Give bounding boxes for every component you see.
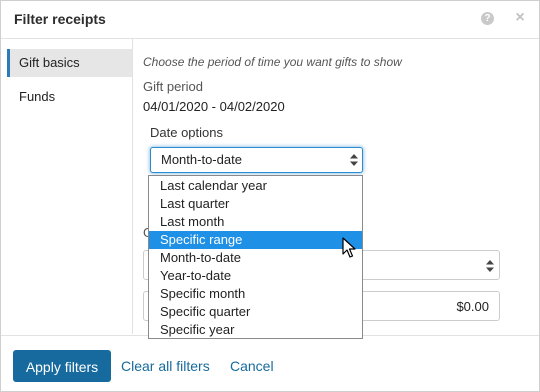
date-options-label: Date options — [150, 125, 223, 140]
gift-period-value: 04/01/2020 - 04/02/2020 — [143, 99, 285, 114]
sidebar-item-gift-basics[interactable]: Gift basics — [7, 49, 132, 77]
dialog-title: Filter receipts — [14, 11, 106, 27]
dialog-header: Filter receipts ? × — [1, 1, 539, 39]
close-icon[interactable]: × — [513, 9, 527, 27]
cancel-link[interactable]: Cancel — [230, 358, 274, 374]
dropdown-option-specific-quarter[interactable]: Specific quarter — [149, 303, 362, 321]
dropdown-option-month-to-date[interactable]: Month-to-date — [149, 249, 362, 267]
dropdown-option-specific-year[interactable]: Specific year — [149, 321, 362, 339]
sidebar: Gift basics Funds — [1, 39, 133, 334]
apply-filters-button[interactable]: Apply filters — [13, 350, 111, 382]
clear-all-filters-link[interactable]: Clear all filters — [121, 358, 210, 374]
sidebar-item-funds[interactable]: Funds — [7, 83, 132, 111]
dropdown-option-last-quarter[interactable]: Last quarter — [149, 195, 362, 213]
gift-period-label: Gift period — [143, 79, 203, 94]
select-arrows-icon — [486, 260, 494, 272]
date-options-dropdown: Last calendar year Last quarter Last mon… — [148, 175, 363, 339]
date-options-select[interactable]: Month-to-date — [150, 147, 363, 173]
question-circle-icon[interactable]: ? — [481, 12, 494, 25]
mouse-cursor-icon — [342, 237, 356, 258]
dropdown-option-last-calendar-year[interactable]: Last calendar year — [149, 177, 362, 195]
dropdown-option-last-month[interactable]: Last month — [149, 213, 362, 231]
select-arrows-icon — [350, 154, 358, 166]
amount-value: $0.00 — [456, 299, 489, 314]
dropdown-option-year-to-date[interactable]: Year-to-date — [149, 267, 362, 285]
section-subtitle: Choose the period of time you want gifts… — [143, 55, 402, 69]
dropdown-option-specific-month[interactable]: Specific month — [149, 285, 362, 303]
dialog-footer: Apply filters Clear all filters Cancel — [1, 335, 539, 392]
date-options-selected-value: Month-to-date — [161, 152, 242, 167]
dropdown-option-specific-range[interactable]: Specific range — [149, 231, 362, 249]
